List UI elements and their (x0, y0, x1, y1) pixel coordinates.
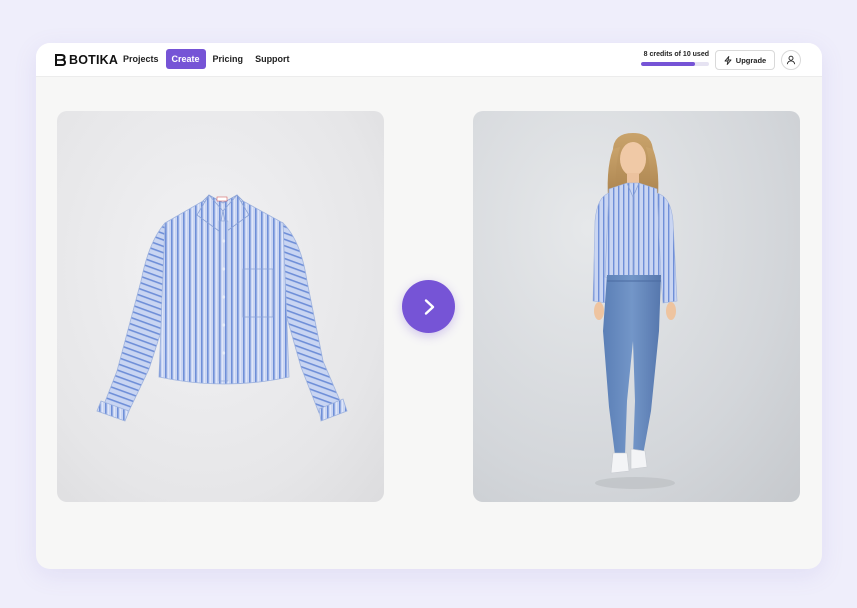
app-window: BOTIKA Projects Create Pricing Support 8… (36, 43, 822, 569)
model-wearing-shirt-image (592, 133, 678, 489)
nav-link-support[interactable]: Support (250, 49, 295, 69)
source-image-panel (57, 111, 384, 502)
top-navbar: BOTIKA Projects Create Pricing Support 8… (36, 43, 822, 77)
nav-links: Projects Create Pricing Support (118, 49, 297, 69)
user-menu-button[interactable] (781, 50, 801, 70)
lightning-icon (724, 55, 732, 65)
nav-link-create[interactable]: Create (165, 49, 206, 69)
credits-progress-bar (641, 62, 709, 66)
user-icon (786, 55, 796, 65)
upgrade-label: Upgrade (735, 55, 767, 65)
botika-logo-icon (55, 54, 66, 66)
credits-progress-fill (641, 62, 696, 66)
brand-logo[interactable]: BOTIKA (55, 53, 118, 67)
nav-link-projects[interactable]: Projects (118, 49, 164, 69)
nav-link-pricing[interactable]: Pricing (208, 49, 249, 69)
chevron-right-icon (424, 298, 434, 315)
credits-meter: 8 credits of 10 used (641, 51, 709, 66)
brand-name: BOTIKA (69, 53, 119, 67)
upgrade-button[interactable]: Upgrade (715, 50, 775, 70)
generate-arrow-button[interactable] (402, 280, 455, 333)
striped-shirt-image (96, 194, 348, 422)
result-image-panel (473, 111, 800, 502)
credits-text: 8 credits of 10 used (643, 51, 709, 58)
